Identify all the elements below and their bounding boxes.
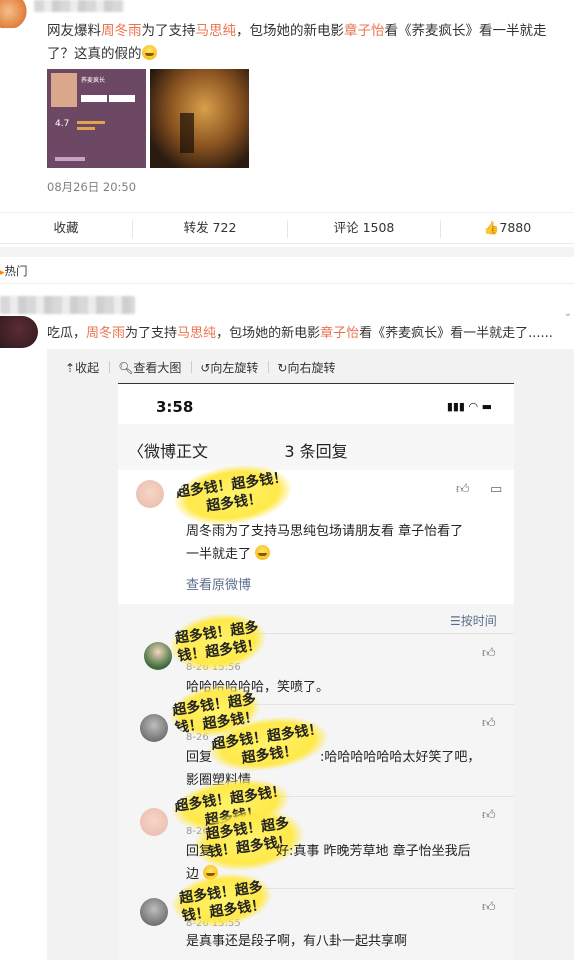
rating-bar	[77, 127, 95, 130]
toolbar-divider	[191, 361, 193, 373]
rotate-left-label: 向左旋转	[210, 361, 259, 375]
baby-avatar	[136, 480, 164, 508]
status-bar-time: 3:58	[156, 398, 194, 416]
rating-footer	[55, 157, 85, 161]
original-comment: 超多钱！超多钱！超多钱！ 👍︎ ▭ 周冬雨为了支持马思纯包场请朋友看 章子怡看了…	[118, 458, 514, 604]
back-button: 〈微博正文	[128, 438, 208, 462]
rotate-right-button[interactable]: ↻向右旋转	[277, 359, 335, 376]
sort-icon: ☰	[450, 614, 461, 628]
back-label: 微博正文	[144, 442, 209, 461]
signal-icon: ▮▮▮	[446, 400, 465, 413]
commenter-name-blurred[interactable]	[0, 296, 135, 314]
status-bar-icons: ▮▮▮ ◠ ▬	[447, 400, 492, 413]
image-viewer-toolbar: ⇡收起 🔍︎查看大图 ↺向左旋转 ↻向右旋转	[65, 359, 345, 376]
sticker-text: 超多钱！超多钱！超多钱！	[174, 619, 262, 665]
post-text-part: 网友爆料	[47, 23, 101, 39]
mention-link[interactable]: 马思纯	[196, 23, 237, 39]
reply-text: 是真事还是段子啊，有八卦一起共享啊	[186, 934, 408, 949]
like-icon: 👍︎	[482, 808, 496, 823]
mention-link[interactable]: 周冬雨	[101, 23, 142, 39]
poster-avatar[interactable]	[0, 0, 28, 28]
view-original-link: 查看原微博	[186, 578, 252, 593]
rotate-right-icon: ↻	[277, 361, 288, 375]
rotate-left-button[interactable]: ↺向左旋转	[200, 359, 258, 376]
wifi-icon: ◠	[468, 400, 479, 413]
reply-text-part: :哈哈哈哈哈哈太好笑了吧，	[320, 750, 481, 765]
like-icon: 👍︎	[482, 716, 496, 731]
divider	[0, 283, 574, 284]
reply-text-part: 回复	[186, 750, 213, 765]
post-timestamp[interactable]: 08月26日 20:50	[47, 179, 136, 195]
comment-text-part: ，包场她的新电影	[216, 326, 321, 341]
collapse-icon: ⇡	[65, 361, 76, 375]
mention-link[interactable]: 章子怡	[320, 326, 359, 341]
collect-button[interactable]: 收藏	[0, 213, 132, 243]
comment-text: 吃瓜，周冬雨为了支持马思纯，包场她的新电影章子怡看《荞麦疯长》看一半就走了...…	[47, 322, 567, 341]
post-text-part: 为了支持	[141, 23, 196, 39]
laugh-emoji-icon	[141, 45, 157, 60]
want-see-button	[81, 95, 107, 102]
sort-by-time: ☰按时间	[450, 612, 497, 629]
like-icon: 👍︎	[482, 646, 496, 661]
comment-button[interactable]: 评论 1508	[288, 213, 440, 243]
reply-avatar	[144, 642, 172, 670]
post-image-thumbnail-1[interactable]: 荞麦疯长 4.7	[47, 69, 146, 168]
reply-avatar	[140, 808, 168, 836]
laugh-emoji-icon	[255, 545, 271, 560]
movie-rating: 4.7	[55, 119, 70, 129]
post-text: 网友爆料周冬雨为了支持马思纯，包场她的新电影章子怡看《荞麦疯长》看一半就走了？这…	[47, 20, 567, 66]
thumbs-up-icon: 👍	[483, 220, 500, 235]
post-action-bar: 收藏 转发 722 评论 1508 👍7880	[0, 212, 574, 244]
comment-line: 一半就走了	[186, 547, 252, 562]
view-large-label: 查看大图	[133, 361, 182, 375]
post-text-part: ，包场她的新电影	[236, 23, 344, 39]
comment-text-part: 看《荞麦疯长》看一半就走了......	[359, 326, 553, 341]
sort-label: 按时间	[460, 614, 497, 628]
mention-link[interactable]: 周冬雨	[86, 326, 125, 341]
phone-nav-bar: 3 条回复 〈微博正文	[118, 424, 514, 470]
reply-text-part: 好:真事 昨晚芳草地 章子怡坐我后	[276, 844, 471, 859]
phone-screenshot[interactable]: 3:58 ▮▮▮ ◠ ▬ 3 条回复 〈微博正文 超多钱！超多钱！超多钱！ 👍︎…	[118, 384, 514, 960]
search-icon: 🔍︎	[118, 361, 134, 375]
mention-link[interactable]: 章子怡	[344, 23, 385, 39]
chevron-down-icon[interactable]: ⌄	[564, 308, 572, 319]
rating-bar	[77, 121, 105, 124]
repost-button[interactable]: 转发 722	[133, 213, 287, 243]
like-count: 7880	[499, 220, 532, 235]
movie-poster-image	[51, 73, 77, 107]
poster-calligraphy	[180, 113, 194, 153]
post-image-thumbnail-2[interactable]	[150, 69, 249, 168]
original-comment-text: 周冬雨为了支持马思纯包场请朋友看 章子怡看了 一半就走了	[186, 520, 506, 566]
like-button[interactable]: 👍7880	[441, 213, 574, 243]
hot-filter-tab[interactable]: ▸热门	[0, 263, 28, 279]
collapse-button[interactable]: ⇡收起	[65, 359, 99, 376]
rotate-left-icon: ↺	[200, 361, 211, 375]
chevron-left-icon: 〈	[128, 442, 145, 461]
reply-avatar	[140, 898, 168, 926]
reply-avatar	[140, 714, 168, 742]
comment-text-part: 吃瓜，	[47, 326, 87, 341]
reply-text-part: 回复	[186, 844, 213, 859]
mention-link[interactable]: 马思纯	[177, 326, 216, 341]
rotate-right-label: 向右旋转	[287, 361, 336, 375]
section-separator	[0, 247, 574, 257]
toolbar-divider	[109, 361, 111, 373]
seen-button	[109, 95, 135, 102]
collapse-label: 收起	[75, 361, 100, 375]
movie-title: 荞麦疯长	[81, 77, 106, 84]
poster-name-blurred[interactable]	[34, 0, 124, 12]
comment-icon: ▭	[490, 482, 503, 497]
comment-text-part: 为了支持	[125, 326, 178, 341]
like-icon: 👍︎	[456, 482, 470, 497]
comment-line: 周冬雨为了支持马思纯包场请朋友看 章子怡看了	[186, 524, 464, 539]
toolbar-divider	[268, 361, 270, 373]
view-large-button[interactable]: 🔍︎查看大图	[118, 359, 181, 376]
hot-label: 热门	[4, 264, 28, 278]
like-icon: 👍︎	[482, 900, 496, 915]
battery-icon: ▬	[481, 400, 492, 413]
sticker-text: 超多钱！超多钱！超多钱！	[175, 469, 289, 515]
commenter-avatar[interactable]	[0, 316, 38, 348]
